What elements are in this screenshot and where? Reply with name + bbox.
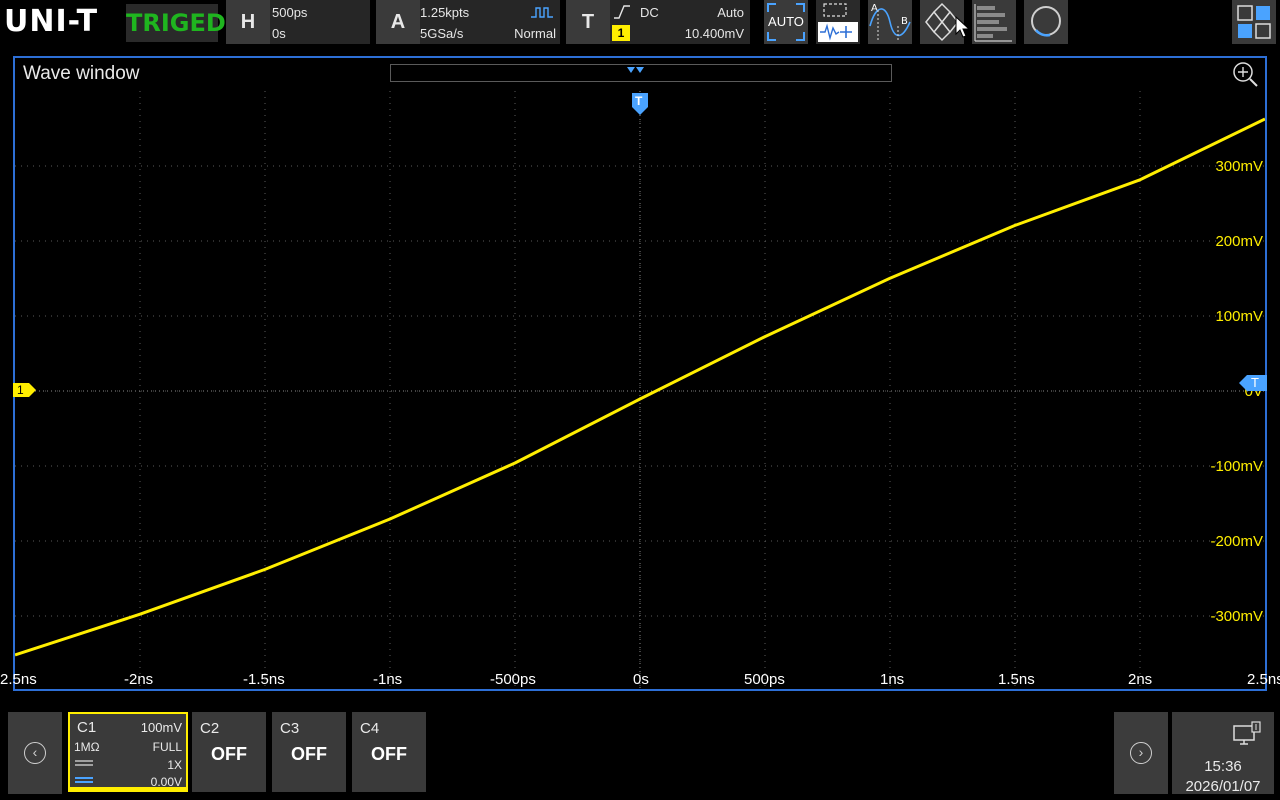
trigger-coupling: DC: [640, 5, 659, 20]
svg-text:B: B: [901, 16, 908, 27]
x-label: 0s: [633, 671, 649, 688]
channel-1-bandwidth: FULL: [152, 740, 182, 754]
channel-4-card[interactable]: C4 OFF: [352, 712, 426, 792]
brand-logo: UNI-T: [4, 4, 99, 39]
trigger-sweep: Auto: [717, 5, 744, 20]
memory-depth: 1.25kpts: [420, 5, 470, 20]
region-select-button[interactable]: [816, 0, 860, 44]
scroll-right-button[interactable]: ›: [1114, 712, 1168, 794]
horizontal-key[interactable]: H: [226, 0, 270, 44]
top-bar: UNI-T TRIGED H 500ps 0s A 1.25kpts 5GSa/…: [0, 0, 1280, 46]
horizontal-panel[interactable]: H 500ps 0s: [226, 0, 370, 44]
rising-edge-icon: [614, 5, 630, 19]
trigger-panel[interactable]: T DC Auto 10.400mV: [566, 0, 750, 44]
search-icon: [1031, 6, 1061, 37]
channel-2-name: C2: [200, 720, 220, 737]
trigger-key[interactable]: T: [566, 0, 610, 44]
auto-label: AUTO: [768, 14, 804, 29]
wave-window[interactable]: Wave window 300mV 200mV 100mV 0V -100mV …: [0, 56, 1280, 691]
region-select-icon: [818, 3, 858, 42]
y-label: 300mV: [1215, 158, 1263, 175]
channel-1-probe: 1X: [167, 758, 182, 772]
x-label: -2ns: [124, 671, 154, 688]
channel-2-state: OFF: [211, 744, 247, 764]
x-label: -2.5ns: [0, 671, 37, 688]
trigger-time-marker[interactable]: T: [632, 93, 648, 115]
auto-button[interactable]: AUTO: [764, 0, 808, 44]
channel-1-scale: 100mV: [140, 720, 182, 735]
trigger-level-marker[interactable]: T: [1239, 375, 1267, 391]
coupling-icon: [75, 760, 93, 766]
channel-1-offset: 0.00V: [150, 775, 182, 789]
bottom-bar: ‹ C1 100mV 1MΩ FULL 1X 0.00V C2 OFF C3 O…: [0, 708, 1280, 800]
acquire-key[interactable]: A: [376, 0, 420, 44]
zoom-icon[interactable]: [1231, 60, 1259, 88]
measure-bars-icon: [974, 4, 1012, 42]
system-clock[interactable]: 15:36 2026/01/07: [1172, 712, 1274, 795]
horizontal-position: 0s: [272, 26, 286, 41]
y-label: -200mV: [1210, 533, 1263, 550]
trigger-position-marker-icon: [627, 67, 644, 73]
channel-1-name: C1: [77, 719, 97, 736]
wave-window-title: Wave window: [23, 63, 140, 84]
y-label: 100mV: [1215, 308, 1263, 325]
channel-3-card[interactable]: C3 OFF: [272, 712, 346, 792]
clock-date: 2026/01/07: [1185, 778, 1261, 795]
channel-1-impedance: 1MΩ: [74, 740, 100, 754]
channel-3-name: C3: [280, 720, 300, 737]
channel-1-card[interactable]: C1 100mV 1MΩ FULL 1X 0.00V: [68, 712, 188, 792]
channel-3-state: OFF: [291, 744, 327, 764]
clock-time: 15:36: [1204, 758, 1242, 775]
waveform-plot[interactable]: [15, 91, 1265, 691]
acquire-panel[interactable]: A 1.25kpts 5GSa/s Normal: [376, 0, 560, 44]
x-label: -1.5ns: [243, 671, 285, 688]
cursor-ab-icon: A B: [869, 3, 911, 42]
y-label: -100mV: [1210, 458, 1263, 475]
chevron-right-icon: ›: [1130, 742, 1152, 764]
x-label: 2.5ns: [1247, 671, 1280, 688]
trigger-level: 10.400mV: [684, 26, 744, 41]
svg-text:A: A: [871, 3, 878, 14]
x-label: 2ns: [1128, 671, 1153, 688]
channel-2-card[interactable]: C2 OFF: [192, 712, 266, 792]
trigger-time-marker-label: T: [635, 94, 643, 108]
cursor-button[interactable]: A B: [868, 0, 912, 44]
trigger-status: TRIGED: [126, 4, 226, 42]
channel-4-name: C4: [360, 720, 380, 737]
pulse-icon: [531, 7, 553, 18]
x-label: 500ps: [744, 671, 785, 688]
sample-rate: 5GSa/s: [420, 26, 464, 41]
window-layout-icon: [1237, 5, 1271, 39]
trigger-source-badge: 1: [612, 25, 630, 41]
y-label: 200mV: [1215, 233, 1263, 250]
measure-button[interactable]: [972, 0, 1016, 44]
network-icon: [1233, 721, 1261, 745]
mouse-pointer-icon: [955, 16, 971, 38]
x-label: -500ps: [490, 671, 536, 688]
channel-1-marker[interactable]: 1: [13, 383, 37, 397]
trigger-level-marker-label: T: [1251, 375, 1259, 390]
search-button[interactable]: [1024, 0, 1068, 44]
channel-4-state: OFF: [371, 744, 407, 764]
channel-1-marker-label: 1: [17, 383, 24, 397]
dc-coupling-icon: [75, 777, 93, 783]
x-label: 1.5ns: [998, 671, 1035, 688]
y-label: -300mV: [1210, 608, 1263, 625]
x-label: 1ns: [880, 671, 905, 688]
window-layout-button[interactable]: [1232, 0, 1276, 44]
timebase-value: 500ps: [272, 5, 308, 20]
acquire-mode: Normal: [514, 26, 556, 41]
x-label: -1ns: [373, 671, 403, 688]
chevron-left-icon: ‹: [24, 742, 46, 764]
scroll-left-button[interactable]: ‹: [8, 712, 62, 794]
